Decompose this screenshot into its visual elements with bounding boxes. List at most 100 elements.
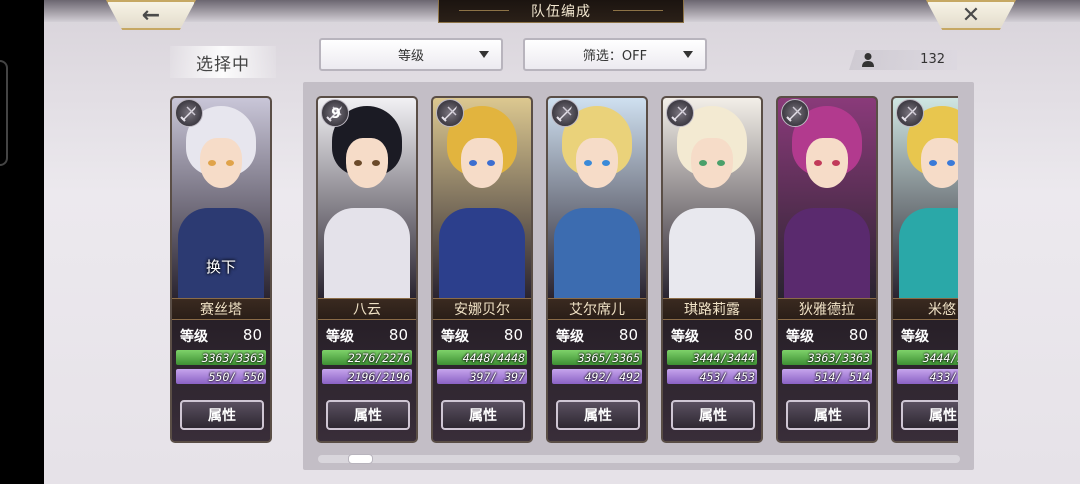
portrait-body [784, 208, 870, 303]
character-name: 米悠 [893, 298, 958, 320]
rank-badge [552, 100, 580, 128]
portrait-eye-left [469, 160, 477, 166]
character-name: 赛丝塔 [172, 298, 270, 320]
portrait-eye-right [717, 160, 725, 166]
attribute-button[interactable]: 属性 [326, 400, 410, 430]
level-label: 等级 [556, 329, 584, 345]
level-row: 等级 80 [786, 326, 870, 346]
character-portrait [433, 98, 531, 303]
portrait-eye-left [584, 160, 592, 166]
level-label: 等级 [180, 329, 208, 345]
character-name: 琪路莉露 [663, 298, 761, 320]
portrait-eye-right [372, 160, 380, 166]
attribute-button[interactable]: 属性 [441, 400, 525, 430]
portrait-body [554, 208, 640, 303]
swap-out-label[interactable]: 换下 [172, 256, 270, 277]
character-stats: 等级 80 3363/3363 514/ 514 属性 [778, 320, 876, 441]
character-stats: 等级 80 4448/4448 397/ 397 属性 [433, 320, 531, 441]
scrollbar-thumb[interactable] [348, 454, 373, 464]
hp-bar: 4448/4448 [437, 350, 527, 365]
scrollbar-track[interactable] [318, 455, 960, 463]
portrait-eye-right [487, 160, 495, 166]
level-row: 等级 80 [901, 326, 958, 346]
close-icon: ✕ [961, 2, 981, 28]
sword-icon [551, 99, 579, 127]
mp-bar: 514/ 514 [782, 369, 872, 384]
sword-icon [896, 99, 924, 127]
mp-bar: 453/ 453 [667, 369, 757, 384]
character-stats: 等级 80 3444/3444 433/ 433 属性 [893, 320, 958, 441]
level-row: 等级 80 [556, 326, 640, 346]
mp-bar: 397/ 397 [437, 369, 527, 384]
level-label: 等级 [671, 329, 699, 345]
rank-badge [176, 100, 204, 128]
rank-badge [782, 100, 810, 128]
selected-character-card[interactable]: 换下 赛丝塔 等级 80 3363/3363 550/ 550 属性 [170, 96, 272, 443]
portrait-eye-right [226, 160, 234, 166]
portrait-face [346, 138, 388, 188]
level-value: 80 [618, 326, 638, 344]
character-name: 安娜贝尔 [433, 298, 531, 320]
level-row: 等级 80 [326, 326, 410, 346]
character-card[interactable]: 米悠 等级 80 3444/3444 433/ 433 属性 [891, 96, 958, 443]
rank-badge [897, 100, 925, 128]
level-value: 80 [242, 326, 262, 344]
level-row: 等级 80 [441, 326, 525, 346]
character-portrait [548, 98, 646, 303]
character-portrait [318, 98, 416, 303]
card-area: 换下 赛丝塔 等级 80 3363/3363 550/ 550 属性 9 八云 … [0, 0, 958, 484]
level-label: 等级 [326, 329, 354, 345]
attribute-button[interactable]: 属性 [671, 400, 755, 430]
hp-bar: 3363/3363 [782, 350, 872, 365]
level-value: 80 [733, 326, 753, 344]
character-name: 狄雅德拉 [778, 298, 876, 320]
character-card[interactable]: 狄雅德拉 等级 80 3363/3363 514/ 514 属性 [776, 96, 878, 443]
attribute-button[interactable]: 属性 [786, 400, 870, 430]
attribute-button[interactable]: 属性 [180, 400, 264, 430]
attribute-button[interactable]: 属性 [556, 400, 640, 430]
level-row: 等级 80 [180, 326, 264, 346]
hp-bar: 3365/3365 [552, 350, 642, 365]
portrait-eye-right [947, 160, 955, 166]
mp-bar: 492/ 492 [552, 369, 642, 384]
character-stats: 等级 80 3444/3444 453/ 453 属性 [663, 320, 761, 441]
portrait-body [324, 208, 410, 303]
portrait-face [461, 138, 503, 188]
character-card[interactable]: 琪路莉露 等级 80 3444/3444 453/ 453 属性 [661, 96, 763, 443]
portrait-body [669, 208, 755, 303]
level-label: 等级 [901, 329, 929, 345]
level-label: 等级 [441, 329, 469, 345]
portrait-eye-right [602, 160, 610, 166]
portrait-eye-left [814, 160, 822, 166]
portrait-eye-left [699, 160, 707, 166]
rank-badge: 9 [331, 106, 341, 122]
portrait-eye-left [929, 160, 937, 166]
portrait-eye-left [208, 160, 216, 166]
rank-badge [667, 100, 695, 128]
character-stats: 等级 80 3363/3363 550/ 550 属性 [172, 320, 270, 441]
attribute-button[interactable]: 属性 [901, 400, 958, 430]
portrait-face [691, 138, 733, 188]
character-stats: 等级 80 2276/2276 2196/2196 属性 [318, 320, 416, 441]
mp-bar: 550/ 550 [176, 369, 266, 384]
character-card[interactable]: 9 八云 等级 80 2276/2276 2196/2196 属性 [316, 96, 418, 443]
portrait-body [899, 208, 958, 303]
mp-bar: 433/ 433 [897, 369, 958, 384]
character-portrait [663, 98, 761, 303]
level-row: 等级 80 [671, 326, 755, 346]
character-card[interactable]: 艾尔席儿 等级 80 3365/3365 492/ 492 属性 [546, 96, 648, 443]
level-value: 80 [388, 326, 408, 344]
rank-badge [437, 100, 465, 128]
character-portrait [893, 98, 958, 303]
portrait-eye-right [832, 160, 840, 166]
level-value: 80 [503, 326, 523, 344]
character-card[interactable]: 安娜贝尔 等级 80 4448/4448 397/ 397 属性 [431, 96, 533, 443]
hp-bar: 3363/3363 [176, 350, 266, 365]
character-name: 艾尔席儿 [548, 298, 646, 320]
portrait-face [576, 138, 618, 188]
hp-bar: 2276/2276 [322, 350, 412, 365]
character-name: 八云 [318, 298, 416, 320]
hp-bar: 3444/3444 [897, 350, 958, 365]
portrait-face [200, 138, 242, 188]
character-portrait [778, 98, 876, 303]
